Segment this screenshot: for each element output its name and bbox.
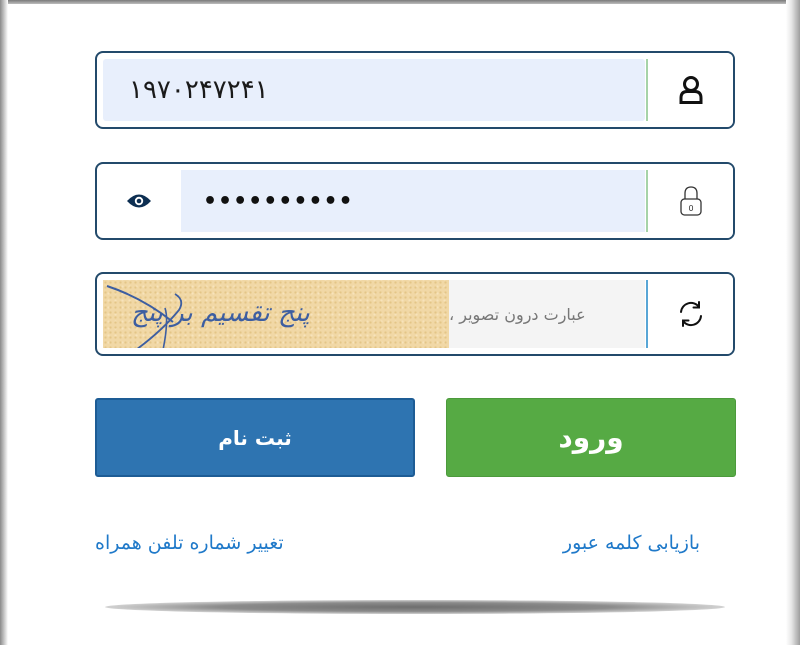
username-field[interactable]: ۱۹۷۰۲۴۷۲۴۱ bbox=[95, 51, 735, 129]
password-value: •••••••••• bbox=[203, 188, 354, 214]
lock-icon: 0 bbox=[648, 164, 733, 238]
bottom-shadow-divider bbox=[105, 600, 725, 614]
login-button-label: ورود bbox=[558, 421, 624, 454]
password-input[interactable]: •••••••••• bbox=[181, 170, 645, 232]
user-icon bbox=[648, 53, 733, 127]
captcha-placeholder: عبارت درون تصویر ، bbox=[449, 304, 586, 324]
lock-badge: 0 bbox=[688, 204, 693, 213]
window-edge-top bbox=[0, 0, 800, 4]
register-button-label: ثبت نام bbox=[218, 425, 292, 450]
change-phone-link[interactable]: تغییر شماره تلفن همراه bbox=[95, 532, 284, 554]
login-button[interactable]: ورود bbox=[446, 398, 736, 477]
captcha-input[interactable]: عبارت درون تصویر ، bbox=[449, 280, 645, 348]
captcha-field[interactable]: پنج تقسیم بر پنج عبارت درون تصویر ، bbox=[95, 272, 735, 356]
eye-icon[interactable] bbox=[97, 164, 181, 238]
username-input[interactable]: ۱۹۷۰۲۴۷۲۴۱ bbox=[103, 59, 645, 121]
username-value: ۱۹۷۰۲۴۷۲۴۱ bbox=[129, 75, 269, 105]
window-edge-left bbox=[0, 0, 8, 645]
recover-password-link[interactable]: بازیابی کلمه عبور bbox=[563, 532, 700, 554]
window-edge-right bbox=[786, 0, 800, 645]
password-field[interactable]: •••••••••• 0 bbox=[95, 162, 735, 240]
captcha-text: پنج تقسیم بر پنج bbox=[131, 298, 310, 328]
refresh-icon[interactable] bbox=[648, 274, 733, 354]
login-panel: ۱۹۷۰۲۴۷۲۴۱ •••••••••• 0 پنج تقسیم بر پنج… bbox=[0, 0, 800, 645]
register-button[interactable]: ثبت نام bbox=[95, 398, 415, 477]
captcha-image: پنج تقسیم بر پنج bbox=[103, 280, 449, 348]
